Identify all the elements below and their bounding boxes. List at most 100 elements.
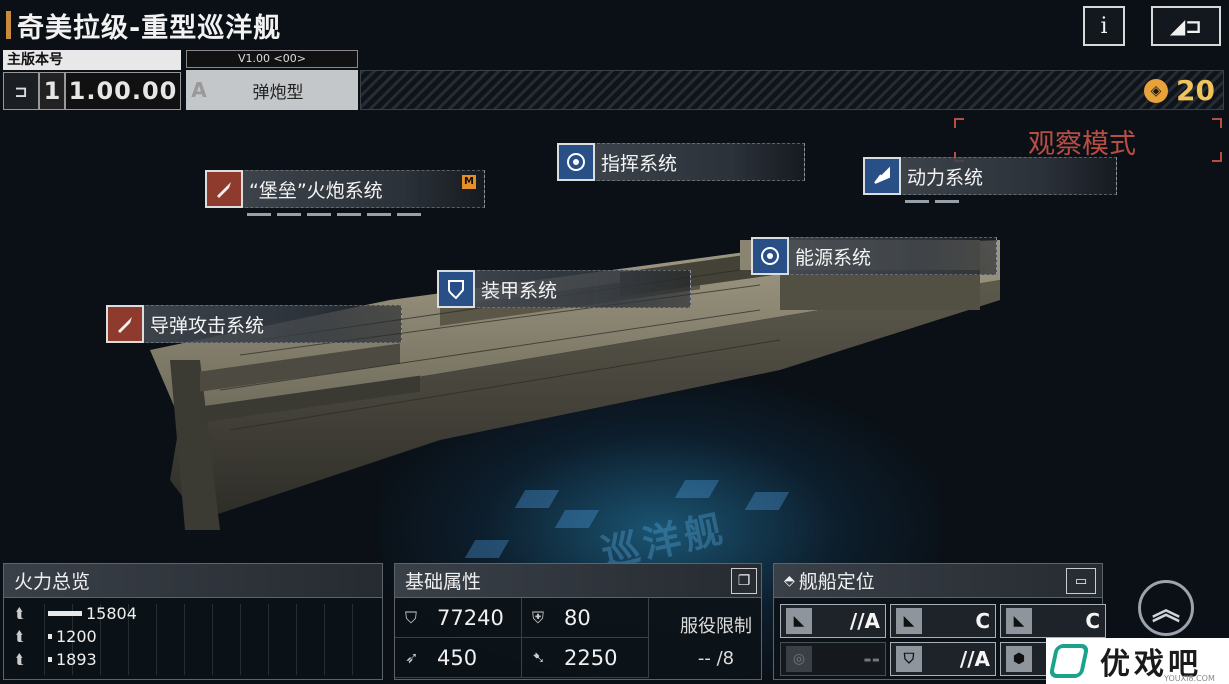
system-label: “堡垒”火炮系统 — [249, 179, 383, 202]
attr-value: 450 — [437, 645, 478, 670]
page-title: 奇美拉级-重型巡洋舰 — [17, 12, 282, 44]
panel-title-text: 基础属性 — [405, 571, 482, 593]
title-bar: 奇美拉级-重型巡洋舰 — [0, 0, 281, 50]
service-title: 服役限制 — [680, 616, 752, 637]
system-artillery[interactable]: “堡垒”火炮系统 M — [205, 170, 485, 216]
attributes-panel: 基础属性 ❐ ⛉ 77240 ⛨ 80 ➶ 450 ➷ 2250 服役限制 --… — [394, 563, 762, 680]
watermark: 优戏吧 YOUXI8.COM — [1046, 638, 1229, 684]
cannon-icon: ⮬ — [16, 605, 25, 622]
main-version-box: 主版本号 ⊐ 1 1.00.00 — [3, 50, 181, 110]
credits-value: 20 — [1176, 74, 1215, 107]
engine-icon — [863, 157, 901, 195]
firepower-value: 15804 — [86, 604, 137, 623]
shield-icon: ⛉ — [405, 607, 418, 627]
role-rank: //A — [849, 609, 880, 633]
attr-hull: ⛉ 77240 — [395, 598, 522, 638]
version-value: 1.00.00 — [65, 72, 181, 110]
panel-title-text: 舰船定位 — [798, 571, 875, 593]
variant-version: V1.00 <00> — [186, 50, 358, 68]
system-label: 导弹攻击系统 — [150, 314, 265, 337]
watermark-subtext: YOUXI8.COM — [1164, 674, 1215, 683]
role-cell[interactable]: ⛉ //A — [890, 642, 996, 676]
info-button[interactable]: i — [1083, 6, 1125, 46]
watermark-logo-icon — [1048, 644, 1090, 678]
speed-icon: ➶ — [405, 648, 419, 667]
system-armor[interactable]: 装甲系统 — [437, 270, 691, 308]
firepower-bar — [48, 657, 52, 662]
attr-warp: ➷ 2250 — [522, 638, 649, 678]
siege-icon: ◣ — [1006, 608, 1032, 634]
attr-value: 77240 — [437, 605, 504, 630]
role-cell[interactable]: ◣ C — [890, 604, 996, 638]
header-stripe-bar — [360, 70, 1224, 110]
missile-icon: ⮬ — [16, 628, 25, 645]
shell-icon — [106, 305, 144, 343]
attr-armor: ⛨ 80 — [522, 598, 649, 638]
service-value: -- /8 — [697, 648, 735, 669]
system-propulsion[interactable]: 动力系统 — [863, 157, 1117, 203]
copy-icon[interactable]: ❐ — [731, 568, 757, 594]
cube-icon: ⬢ — [1006, 646, 1032, 672]
shield-icon — [437, 270, 475, 308]
torpedo-icon: ⮬ — [16, 651, 25, 668]
version-number: 1 — [39, 72, 65, 110]
title-accent — [6, 11, 11, 39]
system-label: 动力系统 — [907, 166, 984, 189]
expand-up-button[interactable]: ︽ — [1138, 580, 1194, 636]
attr-speed: ➶ 450 — [395, 638, 522, 678]
attr-value: 80 — [564, 605, 591, 630]
system-energy[interactable]: 能源系统 — [751, 237, 997, 275]
radar-icon — [751, 237, 789, 275]
observe-mode-button[interactable]: 观察模式 — [954, 118, 1222, 162]
service-limit: 服役限制 -- /8 — [661, 604, 771, 680]
firepower-bar — [48, 634, 52, 639]
frame-corner — [954, 118, 964, 128]
hex-coin-icon: ◈ — [1144, 78, 1169, 103]
support-icon: ◣ — [896, 608, 922, 634]
role-rank: -- — [863, 647, 880, 671]
attr-value: 2250 — [564, 645, 618, 670]
role-rank: C — [975, 609, 990, 633]
panel-title: 火力总览 — [4, 564, 382, 598]
tag-icon[interactable]: ▭ — [1066, 568, 1096, 594]
frame-corner — [1212, 118, 1222, 128]
system-label: 装甲系统 — [481, 279, 558, 302]
firepower-panel: 火力总览 ⮬ 15804 ⮬ 1200 ⮬ 1893 — [3, 563, 383, 680]
warp-icon: ➷ — [532, 648, 546, 667]
observe-mode-label: 观察模式 — [1028, 129, 1136, 160]
role-rank: C — [1085, 609, 1100, 633]
firepower-value: 1200 — [56, 627, 97, 646]
role-cell[interactable]: ◎ -- — [780, 642, 886, 676]
firepower-row: ⮬ 1893 — [4, 648, 382, 671]
upgrade-slots — [247, 213, 421, 216]
radar-icon: ◎ — [786, 646, 812, 672]
system-command[interactable]: 指挥系统 — [557, 143, 805, 181]
role-rank: //A — [959, 647, 990, 671]
upgrade-slots — [905, 200, 959, 203]
radar-icon — [557, 143, 595, 181]
brand-logo-icon: ⊐ — [3, 72, 39, 110]
role-cell[interactable]: ◣ //A — [780, 604, 886, 638]
panel-title: 基础属性 ❐ — [395, 564, 761, 598]
shield-icon: ⛉ — [896, 646, 922, 672]
ship-icon: ⬘ — [784, 572, 795, 589]
panel-title: ⬘ 舰船定位 ▭ — [774, 564, 1102, 598]
firepower-bar — [48, 611, 82, 616]
firepower-row: ⮬ 15804 — [4, 602, 382, 625]
module-badge: M — [462, 175, 476, 189]
system-missile[interactable]: 导弹攻击系统 — [106, 305, 402, 343]
variant-selector[interactable]: V1.00 <00> A 弹炮型 — [186, 50, 358, 110]
system-label: 能源系统 — [795, 246, 872, 269]
firepower-value: 1893 — [56, 650, 97, 669]
variant-letter: A — [191, 78, 207, 102]
credits-display: ◈ 20 — [1144, 74, 1215, 107]
frame-corner — [1212, 152, 1222, 162]
system-label: 指挥系统 — [601, 152, 678, 175]
armor-icon: ⛨ — [532, 607, 545, 627]
firepower-row: ⮬ 1200 — [4, 625, 382, 648]
shell-icon — [205, 170, 243, 208]
variant-name: 弹炮型 — [252, 82, 304, 103]
role-cell[interactable]: ◣ C — [1000, 604, 1106, 638]
assault-icon: ◣ — [786, 608, 812, 634]
back-button[interactable]: ◢⊐ — [1151, 6, 1221, 46]
